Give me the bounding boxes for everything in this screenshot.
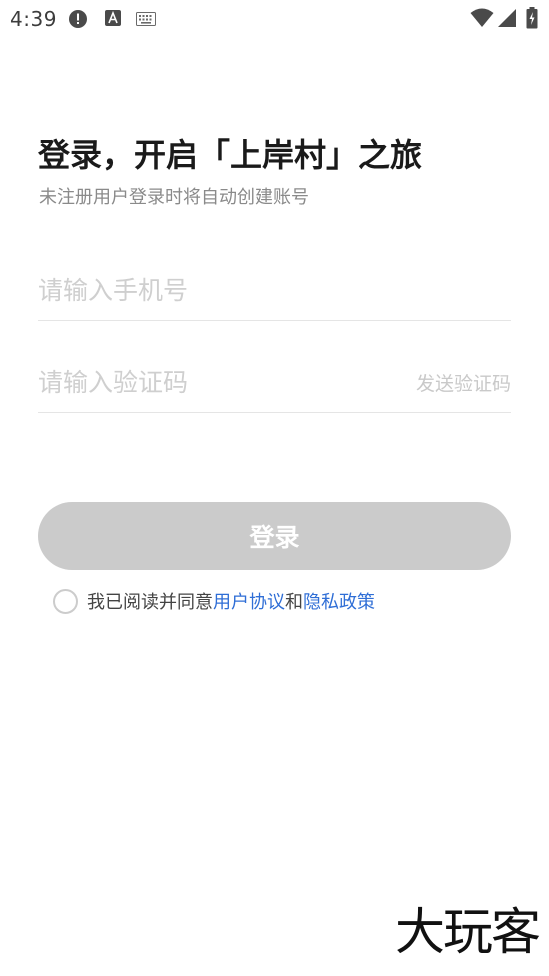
user-agreement-link[interactable]: 用户协议 — [213, 588, 285, 614]
phone-field-container — [38, 260, 511, 321]
alert-icon — [68, 9, 88, 33]
page-title: 登录，开启「上岸村」之旅 — [38, 136, 423, 174]
agreement-row: 我已阅读并同意 用户协议 和 隐私政策 — [53, 588, 375, 614]
status-time: 4:39 — [10, 7, 57, 31]
phone-input[interactable] — [38, 260, 378, 320]
privacy-policy-link[interactable]: 隐私政策 — [303, 588, 375, 614]
send-code-button[interactable]: 发送验证码 — [416, 369, 511, 396]
watermark-logo: 大玩客 — [395, 903, 541, 961]
signal-icon — [497, 8, 517, 32]
code-field-container: 发送验证码 — [38, 352, 511, 413]
agreement-prefix: 我已阅读并同意 — [87, 592, 213, 613]
agree-checkbox[interactable] — [53, 588, 78, 614]
verification-code-input[interactable] — [38, 352, 378, 412]
font-a-icon — [104, 9, 122, 31]
battery-charging-icon — [526, 7, 538, 33]
wifi-icon — [470, 8, 494, 32]
agreement-and: 和 — [285, 592, 303, 613]
keyboard-icon — [136, 11, 156, 30]
page-subtitle: 未注册用户登录时将自动创建账号 — [39, 187, 309, 208]
login-button[interactable]: 登录 — [38, 502, 511, 570]
status-bar: 4:39 — [0, 0, 549, 36]
